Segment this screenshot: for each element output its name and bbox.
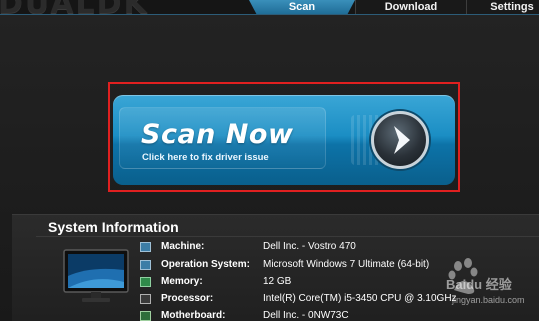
info-value: 12 GB: [263, 276, 292, 287]
scan-now-button[interactable]: Scan Now Click here to fix driver issue: [113, 95, 455, 185]
info-label: Memory:: [161, 276, 203, 287]
arrow-right-icon[interactable]: [371, 111, 429, 169]
info-value: Dell Inc. - Vostro 470: [263, 241, 356, 252]
watermark-brand: Baidu 经验: [446, 277, 512, 292]
tab-settings[interactable]: Settings: [467, 0, 539, 14]
memory-icon: [140, 277, 151, 287]
computer-icon: [140, 242, 151, 252]
processor-icon: [140, 294, 151, 304]
system-info-divider: [36, 236, 539, 237]
info-label: Processor:: [161, 293, 214, 304]
system-info-title: System Information: [48, 219, 179, 235]
info-value: Dell Inc. - 0NW73C: [263, 310, 349, 321]
info-label: Operation System:: [161, 259, 250, 270]
monitor-icon: [60, 248, 132, 308]
motherboard-icon: [140, 311, 151, 321]
watermark-url: jingyan.baidu.com: [452, 295, 525, 305]
scan-button-title: Scan Now: [141, 119, 294, 150]
info-label: Machine:: [161, 241, 205, 252]
info-label: Motherboard:: [161, 310, 226, 321]
tab-scan[interactable]: Scan: [249, 0, 355, 14]
tab-download[interactable]: Download: [356, 0, 466, 14]
scan-button-subtitle: Click here to fix driver issue: [142, 152, 269, 163]
info-value: Microsoft Windows 7 Ultimate (64-bit): [263, 259, 430, 270]
info-value: Intel(R) Core(TM) i5-3450 CPU @ 3.10GHz: [263, 293, 457, 304]
info-row-machine: Machine: Dell Inc. - Vostro 470: [140, 241, 530, 255]
os-icon: [140, 260, 151, 270]
